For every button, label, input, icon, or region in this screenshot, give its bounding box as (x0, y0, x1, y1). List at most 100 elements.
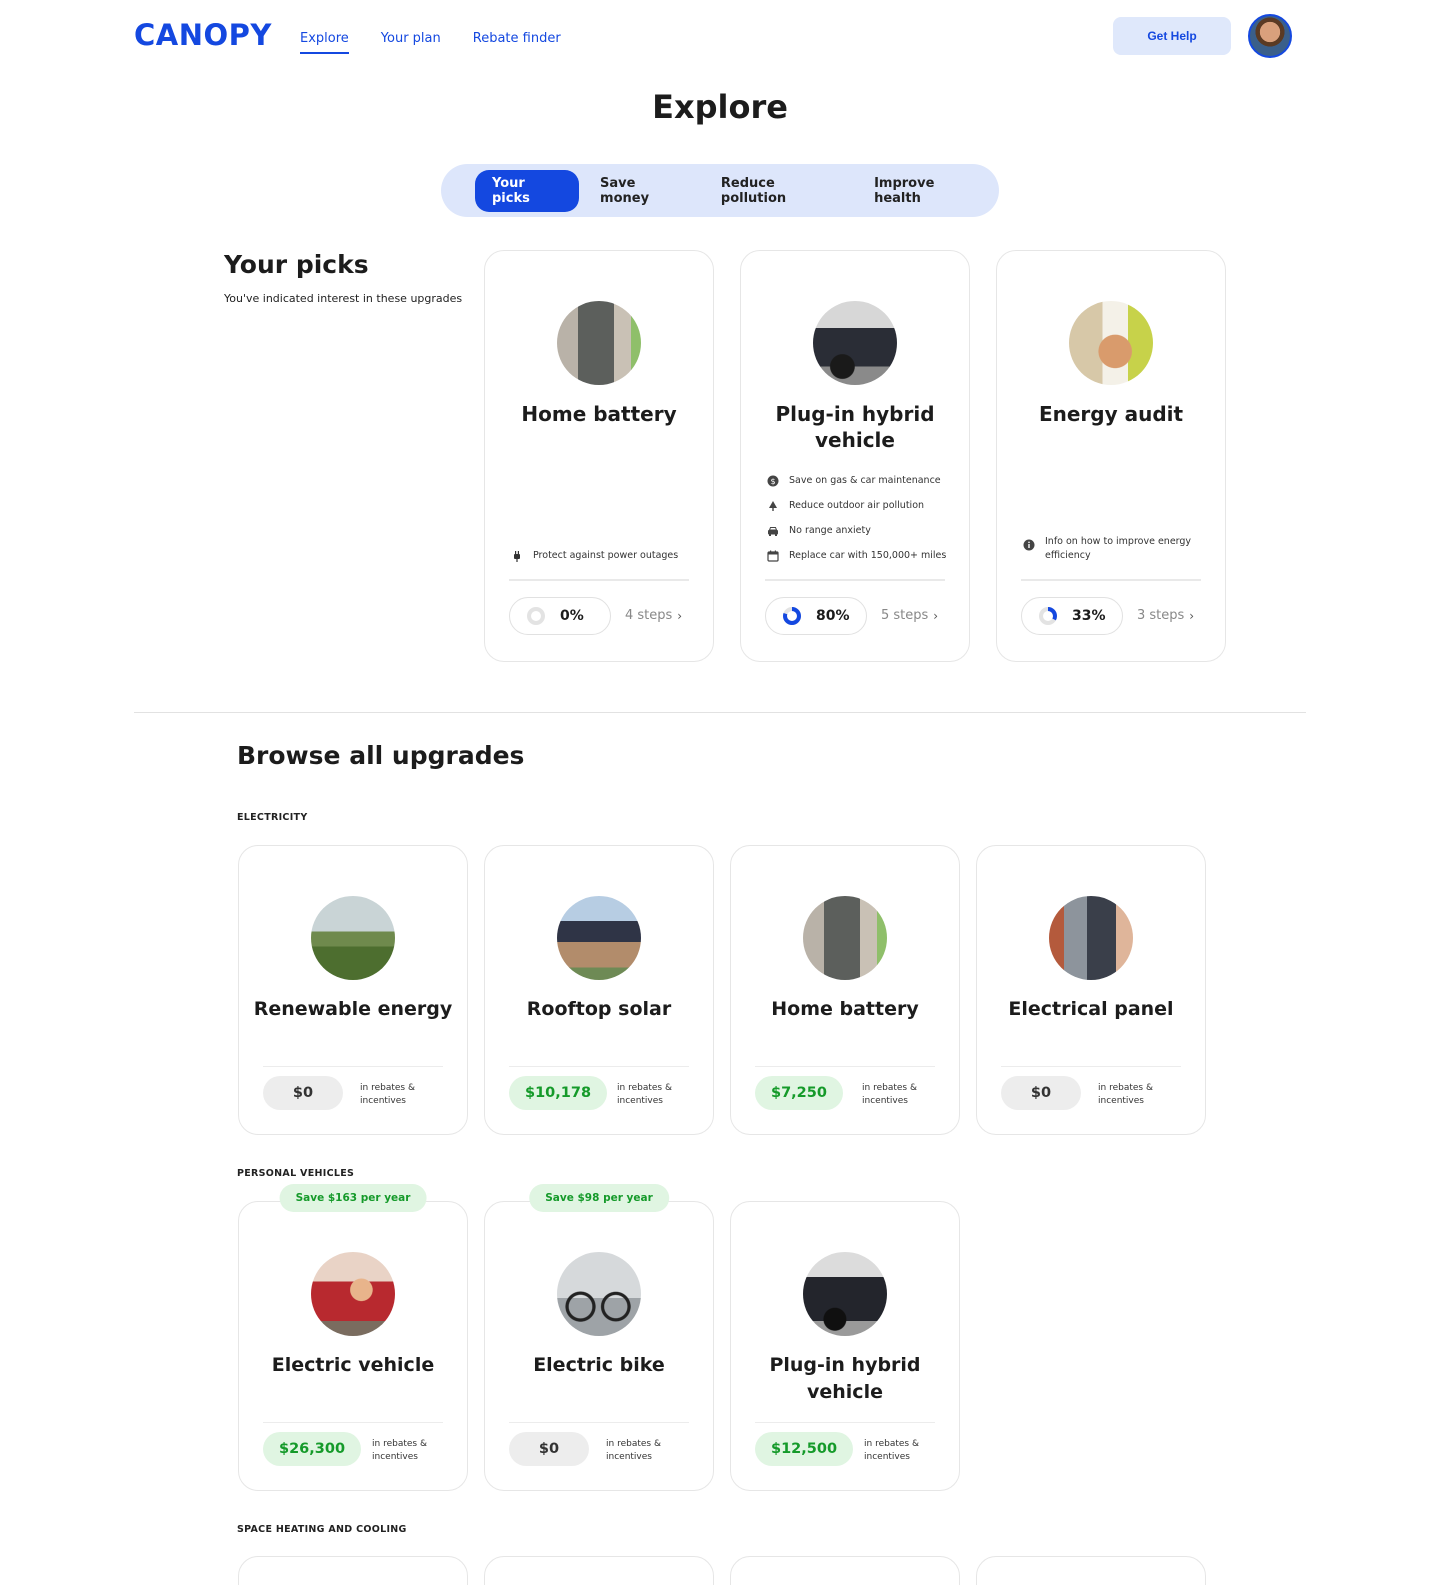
calendar-icon (767, 550, 779, 562)
tab-improve-health[interactable]: Improve health (857, 170, 995, 212)
upgrade-card[interactable] (976, 1556, 1206, 1585)
feature-text: Info on how to improve energy efficiency (1045, 536, 1192, 561)
card-title: Energy audit (1038, 402, 1184, 426)
card-divider (263, 1422, 443, 1423)
pick-card-energy-audit[interactable]: Energy audit Info on how to improve ener… (996, 250, 1226, 662)
progress-percent: 80% (816, 608, 850, 624)
card-divider (509, 1422, 689, 1423)
feature-item: No range anxiety (767, 524, 949, 538)
electrical-panel-photo (1049, 896, 1133, 980)
feature-list: Protect against power outages (511, 538, 693, 563)
upgrade-card-electric-bike[interactable]: Save $98 per year Electric bike $0 in re… (484, 1184, 714, 1491)
tab-save-money[interactable]: Save money (583, 170, 700, 212)
nav-explore[interactable]: Explore (300, 31, 349, 54)
upgrade-card[interactable] (730, 1556, 960, 1585)
steps-link[interactable]: 3 steps › (1137, 608, 1194, 623)
page-title: Explore (652, 88, 788, 126)
feature-item: $ Save on gas & car maintenance (767, 474, 949, 488)
upgrade-card[interactable] (238, 1556, 468, 1585)
browse-heading: Browse all upgrades (237, 741, 525, 770)
feature-text: Save on gas & car maintenance (789, 475, 941, 486)
user-avatar[interactable] (1248, 14, 1292, 58)
rebate-note: in rebates & incentives (372, 1439, 427, 1462)
upgrade-card-electrical-panel[interactable]: Electrical panel $0 in rebates & incenti… (976, 845, 1206, 1135)
progress-pill: 0% (509, 597, 611, 635)
card-divider (765, 579, 945, 581)
card-divider (1001, 1066, 1181, 1067)
rebate-note: in rebates & incentives (862, 1083, 917, 1106)
feature-text: Reduce outdoor air pollution (789, 500, 925, 511)
feature-text: No range anxiety (789, 525, 871, 536)
tab-your-picks[interactable]: Your picks (475, 169, 580, 212)
plug-icon (514, 551, 520, 562)
steps-link[interactable]: 5 steps › (881, 608, 938, 623)
section-label-space-heating: SPACE HEATING AND COOLING (237, 1524, 407, 1535)
rebate-amount: $26,300 (263, 1432, 362, 1466)
pick-card-home-battery[interactable]: Home battery Protect against power outag… (484, 250, 714, 662)
nav-rebate-finder[interactable]: Rebate finder (473, 31, 561, 54)
upgrade-card-plug-in-hybrid[interactable]: Plug-in hybrid vehicle $12,500 in rebate… (730, 1201, 960, 1491)
savings-badge: Save $163 per year (279, 1184, 427, 1212)
feature-item: Protect against power outages (511, 549, 693, 563)
progress-ring (527, 607, 545, 625)
card-title: Home battery (521, 402, 677, 426)
upgrade-card[interactable] (484, 1556, 714, 1585)
card-title: Rooftop solar (526, 998, 672, 1020)
electric-bike-photo (557, 1252, 641, 1336)
home-battery-photo (557, 301, 641, 385)
pick-card-plug-in-hybrid[interactable]: Plug-in hybrid vehicle $ Save on gas & c… (740, 250, 970, 662)
dollar-icon: $ (767, 475, 779, 487)
upgrade-card-renewable-energy[interactable]: Renewable energy $0 in rebates & incenti… (238, 845, 468, 1135)
your-picks-heading: Your picks (224, 250, 369, 279)
chevron-right-icon: › (677, 608, 683, 623)
rebate-note: in rebates & incentives (1098, 1083, 1153, 1106)
feature-list: $ Save on gas & car maintenance Reduce o… (767, 463, 949, 563)
svg-text:$: $ (770, 477, 775, 486)
section-label-personal-vehicles: PERSONAL VEHICLES (237, 1168, 355, 1179)
rebate-amount: $0 (263, 1076, 343, 1110)
filter-tabs: Your picks Save money Reduce pollution I… (441, 164, 999, 217)
rebate-amount: $0 (1001, 1076, 1081, 1110)
rebate-note: in rebates & incentives (606, 1439, 661, 1462)
steps-count: 5 steps (881, 608, 929, 623)
main-nav: Explore Your plan Rebate finder (300, 31, 593, 54)
savings-badge: Save $98 per year (529, 1184, 669, 1212)
canopy-logo[interactable]: CANOPY (134, 18, 272, 52)
card-divider (1021, 579, 1201, 581)
rebate-note: in rebates & incentives (617, 1083, 672, 1106)
progress-pill: 33% (1021, 597, 1123, 635)
get-help-button[interactable]: Get Help (1113, 17, 1231, 55)
card-title: Electric bike (533, 1354, 665, 1376)
wind-turbine-photo (311, 896, 395, 980)
card-divider (755, 1066, 935, 1067)
upgrade-card-rooftop-solar[interactable]: Rooftop solar $10,178 in rebates & incen… (484, 845, 714, 1135)
rooftop-solar-photo (557, 896, 641, 980)
upgrade-card-electric-vehicle[interactable]: Save $163 per year Electric vehicle $26,… (238, 1184, 468, 1491)
feature-text: Protect against power outages (533, 550, 679, 561)
progress-percent: 0% (560, 608, 584, 624)
steps-count: 4 steps (625, 608, 673, 623)
card-divider (755, 1422, 935, 1423)
section-label-electricity: ELECTRICITY (237, 812, 308, 823)
feature-text: Replace car with 150,000+ miles (789, 550, 947, 561)
upgrade-card-home-battery[interactable]: Home battery $7,250 in rebates & incenti… (730, 845, 960, 1135)
rebate-amount: $10,178 (509, 1076, 608, 1110)
nav-your-plan[interactable]: Your plan (381, 31, 441, 54)
progress-percent: 33% (1072, 608, 1106, 624)
car-icon (768, 527, 778, 536)
card-title: Renewable energy (253, 998, 453, 1020)
card-divider (263, 1066, 443, 1067)
progress-ring (1039, 607, 1057, 625)
card-title: Home battery (771, 998, 919, 1020)
tab-reduce-pollution[interactable]: Reduce pollution (704, 170, 853, 212)
card-title: Plug-in hybrid vehicle (769, 1354, 921, 1403)
feature-item: Replace car with 150,000+ miles (767, 549, 949, 563)
feature-list: Info on how to improve energy efficiency (1023, 524, 1205, 563)
progress-pill: 80% (765, 597, 867, 635)
card-divider (509, 579, 689, 581)
home-battery-photo (803, 896, 887, 980)
rebate-amount: $0 (509, 1432, 589, 1466)
steps-link[interactable]: 4 steps › (625, 608, 682, 623)
feature-item: Info on how to improve energy efficiency (1023, 535, 1205, 563)
card-title: Electric vehicle (271, 1354, 435, 1376)
